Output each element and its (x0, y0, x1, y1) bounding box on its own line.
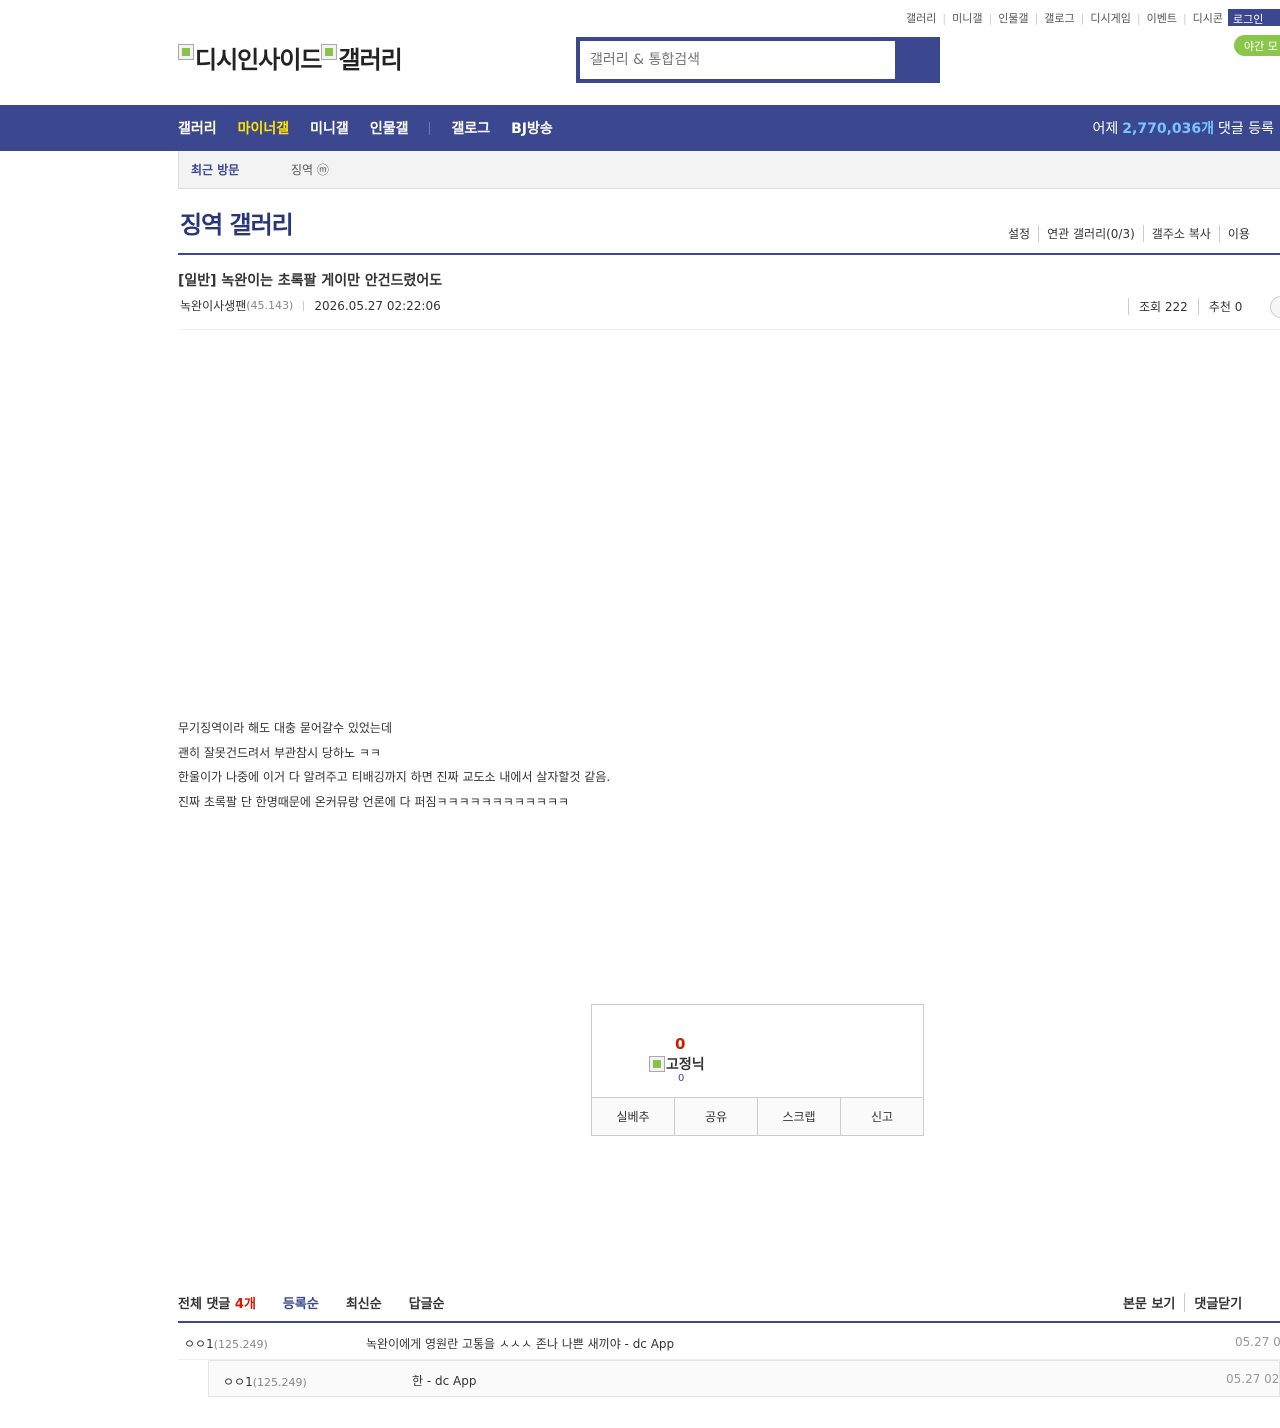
post-body: 무기징역이라 해도 대충 묻어갈수 있었는데 괜히 잘못건드려서 부관참시 당하… (178, 716, 610, 814)
login-button[interactable]: 로그인 (1228, 9, 1280, 26)
post-body-line: 괜히 잘못건드려서 부관참시 당하노 ㅋㅋ (178, 745, 381, 760)
comment-reply-row: ㅇㅇ1(125.249) 한 - dc App 05.27 02:3 (208, 1360, 1280, 1397)
comment-nick[interactable]: ㅇㅇ1(125.249) (223, 1373, 307, 1390)
nav-minor-gallery[interactable]: 마이너갤 (238, 118, 290, 138)
util-link-gallog[interactable]: 갤로그 (1038, 10, 1080, 26)
post-meta: 녹완이사생팬 (45.143) 2026.05.27 02:22:06 (180, 297, 441, 314)
usage-link[interactable]: 이용 (1218, 225, 1258, 242)
scrap-button[interactable]: 스크랩 (757, 1098, 840, 1135)
comment-stat: 어제 2,770,036개 댓글 등록 (1093, 105, 1274, 151)
gallery-title[interactable]: 징역 갤러리 (180, 205, 294, 240)
comment-text: 녹완이에게 영원란 고통을 ㅅㅅㅅ 존나 나쁜 새끼야 - dc App (366, 1337, 675, 1351)
recommend-actions: 실베추 공유 스크랩 신고 (592, 1097, 923, 1135)
nav-divider (429, 121, 431, 135)
post-author[interactable]: 녹완이사생팬 (180, 297, 246, 314)
main-nav: 갤러리 마이너갤 미니갤 인물갤 갤로그 BJ방송 어제 2,770,036개 … (0, 105, 1280, 151)
util-link-minigall[interactable]: 미니갤 (946, 10, 988, 26)
nav-person-gallery[interactable]: 인물갤 (370, 118, 409, 138)
post-date: 2026.05.27 02:22:06 (314, 298, 441, 313)
utility-nav: 갤러리 | 미니갤 | 인물갤 | 갤로그 | 디시게임 | 이벤트 | 디시콘 (900, 10, 1229, 26)
recent-visit-bar: 최근 방문 징역 ⓜ (178, 151, 1280, 189)
fixed-nick-recommend[interactable]: 고정닉 (649, 1054, 705, 1074)
comment-date: 05.27 02:3 (1226, 1372, 1280, 1386)
recommend-count: 0 (675, 1035, 686, 1053)
site-logo[interactable]: 디시인사이드 갤러리 (178, 40, 403, 75)
comment-row: ㅇㅇ1(125.249) 녹완이에게 영원란 고통을 ㅅㅅㅅ 존나 나쁜 새끼야… (178, 1323, 1280, 1360)
recent-visit-item[interactable]: 징역 ⓜ (291, 161, 329, 178)
nav-bj-broadcast[interactable]: BJ방송 (511, 118, 553, 138)
sort-replies[interactable]: 답글순 (409, 1293, 445, 1312)
nav-mini-gallery[interactable]: 미니갤 (310, 118, 349, 138)
post-recommend-count: 추천 0 (1197, 298, 1253, 315)
post-stats: 조회 222 추천 0 (1128, 298, 1252, 315)
nav-gallery[interactable]: 갤러리 (178, 118, 217, 138)
sort-registered[interactable]: 등록순 (283, 1293, 319, 1312)
util-link-dcgame[interactable]: 디시게임 (1084, 10, 1136, 26)
meta-divider-line (178, 329, 1280, 330)
recent-visit-title[interactable]: 최근 방문 (191, 161, 291, 178)
report-button[interactable]: 신고 (840, 1098, 923, 1135)
meta-divider (303, 300, 305, 311)
copy-gallery-url-link[interactable]: 갤주소 복사 (1142, 225, 1219, 242)
logo-site-text: 디시인사이드 (195, 46, 322, 74)
stat-prefix: 어제 (1092, 121, 1119, 137)
broken-image-icon (178, 43, 194, 60)
sort-latest[interactable]: 최신순 (346, 1293, 382, 1312)
fixed-nick-label: 고정닉 (666, 1057, 705, 1073)
post-body-line: 무기징역이라 해도 대충 묻어갈수 있었는데 (178, 721, 392, 735)
util-link-event[interactable]: 이벤트 (1141, 10, 1183, 26)
util-link-dccon[interactable]: 디시콘 (1187, 10, 1229, 26)
search-input[interactable] (580, 41, 895, 79)
recommend-box: 0 고정닉 0 실베추 공유 스크랩 신고 (591, 1004, 924, 1136)
post-title: [일반] 녹완이는 초록팔 게이만 안건드렸어도 (178, 273, 443, 289)
best-recommend-button[interactable]: 실베추 (592, 1098, 674, 1135)
search-box (576, 37, 940, 83)
stat-number: 2,770,036개 (1122, 121, 1215, 137)
comment-total: 전체 댓글 4개 (178, 1297, 256, 1312)
broken-image-icon (321, 43, 338, 60)
comment-tools: 본문 보기 댓글닫기 (1114, 1293, 1251, 1312)
title-divider (178, 253, 1280, 255)
post-author-ip: (45.143) (246, 299, 294, 312)
comment-text: 한 - dc App (412, 1374, 477, 1388)
util-link-gallery[interactable]: 갤러리 (900, 10, 942, 26)
view-post-button[interactable]: 본문 보기 (1114, 1293, 1184, 1312)
post-views: 조회 222 (1128, 298, 1198, 315)
logo-gallery-text: 갤러리 (338, 46, 402, 74)
fixed-nick-count: 0 (678, 1073, 685, 1084)
post-option-button[interactable] (1270, 296, 1280, 318)
comment-header: 전체 댓글 4개 등록순 최신순 답글순 (178, 1293, 472, 1312)
nav-gallog[interactable]: 갤로그 (451, 118, 490, 138)
night-mode-button[interactable]: 야간 모 (1234, 35, 1280, 56)
close-comments-button[interactable]: 댓글닫기 (1184, 1293, 1251, 1312)
search-button[interactable] (895, 41, 936, 79)
share-button[interactable]: 공유 (674, 1098, 757, 1135)
gallery-settings-link[interactable]: 설정 (1000, 225, 1038, 242)
broken-image-icon (649, 1056, 665, 1072)
comment-date: 05.27 02 (1235, 1335, 1280, 1349)
post-body-line: 한울이가 나중에 이거 다 알려주고 티배깅까지 하면 진짜 교도소 내에서 살… (178, 770, 611, 784)
related-gallery-link[interactable]: 연관 갤러리(0/3) (1038, 225, 1143, 242)
util-link-persongall[interactable]: 인물갤 (992, 10, 1034, 26)
stat-suffix: 댓글 등록 (1218, 121, 1274, 137)
gallery-options: 설정 연관 갤러리(0/3) 갤주소 복사 이용 (1000, 225, 1258, 242)
comment-nick[interactable]: ㅇㅇ1(125.249) (184, 1335, 268, 1352)
post-body-line: 진짜 초록팔 단 한명때문에 온커뮤랑 언론에 다 퍼짐ㅋㅋㅋㅋㅋㅋㅋㅋㅋㅋㅋㅋ (178, 794, 570, 809)
